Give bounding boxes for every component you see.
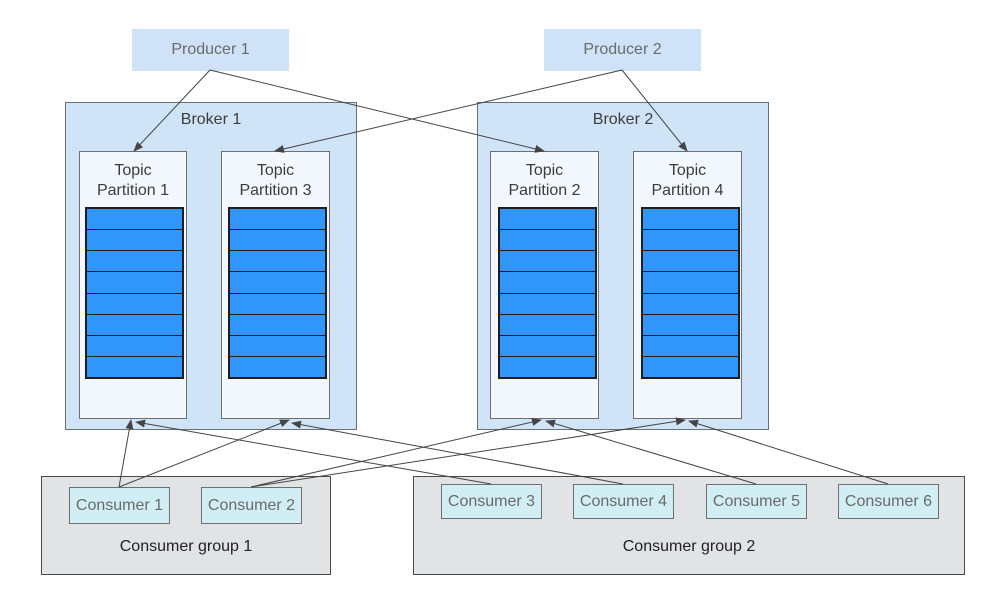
log-segment: [643, 315, 738, 336]
consumer-2: Consumer 2: [201, 487, 302, 524]
partition-3-title: Topic Partition 3: [222, 161, 329, 201]
log-segment: [643, 294, 738, 315]
log-segment: [230, 357, 325, 377]
partition-3: Topic Partition 3: [221, 151, 330, 419]
consumer-6: Consumer 6: [838, 484, 939, 519]
log-segment: [230, 209, 325, 231]
log-segment: [500, 357, 595, 377]
log-segment: [230, 251, 325, 273]
log-segment: [500, 209, 595, 231]
consumer-4: Consumer 4: [573, 484, 674, 519]
log-segment: [643, 357, 738, 377]
log-segment: [87, 357, 182, 377]
partition-1-title: Topic Partition 1: [80, 161, 186, 201]
consumer-3-label: Consumer 3: [447, 492, 536, 510]
producer-2: Producer 2: [544, 29, 701, 71]
log-segment: [643, 230, 738, 252]
partition-3-title-line2: Partition 3: [239, 182, 312, 199]
log-segment: [230, 294, 325, 315]
partition-1-log: [85, 207, 184, 379]
log-segment: [500, 230, 595, 252]
consumer-5-label: Consumer 5: [712, 492, 801, 510]
log-segment: [87, 294, 182, 315]
partition-2: Topic Partition 2: [490, 151, 599, 419]
consumer-5: Consumer 5: [706, 484, 807, 519]
consumer-1-label: Consumer 1: [75, 496, 164, 514]
partition-3-log: [228, 207, 327, 379]
partition-2-log: [498, 207, 597, 379]
consumer-6-label: Consumer 6: [844, 492, 933, 510]
partition-2-title: Topic Partition 2: [491, 161, 598, 201]
log-segment: [230, 315, 325, 336]
log-segment: [643, 272, 738, 294]
edge-consumer-5-to-partition-2: [545, 419, 757, 485]
producer-1: Producer 1: [132, 29, 289, 71]
partition-1-title-line1: Topic: [114, 162, 152, 179]
log-segment: [643, 251, 738, 273]
log-segment: [87, 230, 182, 252]
partition-3-title-line1: Topic: [256, 162, 295, 179]
log-segment: [500, 336, 595, 357]
partition-1: Topic Partition 1: [79, 151, 187, 419]
partition-4-log: [641, 207, 740, 379]
edge-consumer-3-to-partition-1: [135, 419, 492, 485]
log-segment: [643, 336, 738, 357]
producer-1-label: Producer 1: [171, 41, 250, 58]
log-segment: [500, 251, 595, 273]
broker-2-label: Broker 2: [592, 111, 654, 128]
partition-4-title-line2: Partition 4: [651, 182, 724, 199]
log-segment: [230, 272, 325, 294]
log-segment: [230, 336, 325, 357]
log-segment: [230, 230, 325, 252]
partition-4-title: Topic Partition 4: [634, 161, 741, 201]
log-segment: [87, 251, 182, 273]
edge-consumer-6-to-partition-4: [688, 419, 889, 485]
log-segment: [87, 315, 182, 336]
log-segment: [87, 272, 182, 294]
partition-2-title-line1: Topic: [525, 162, 564, 179]
consumer-4-label: Consumer 4: [579, 492, 668, 510]
log-segment: [643, 209, 738, 231]
partition-4: Topic Partition 4: [633, 151, 742, 419]
consumer-1: Consumer 1: [69, 487, 170, 524]
log-segment: [500, 294, 595, 315]
partition-4-title-line1: Topic: [668, 162, 707, 179]
log-segment: [500, 315, 595, 336]
partition-1-title-line2: Partition 1: [96, 182, 170, 199]
log-segment: [87, 336, 182, 357]
log-segment: [87, 209, 182, 231]
consumer-group-2-label: Consumer group 2: [622, 538, 756, 555]
broker-1-label: Broker 1: [180, 111, 242, 128]
edge-consumer-4-to-partition-3: [291, 420, 624, 485]
consumer-group-1-label: Consumer group 1: [119, 538, 253, 555]
consumer-2-label: Consumer 2: [207, 496, 296, 514]
consumer-3: Consumer 3: [441, 484, 542, 519]
producer-2-label: Producer 2: [583, 41, 662, 58]
partition-2-title-line2: Partition 2: [508, 182, 581, 199]
log-segment: [500, 272, 595, 294]
